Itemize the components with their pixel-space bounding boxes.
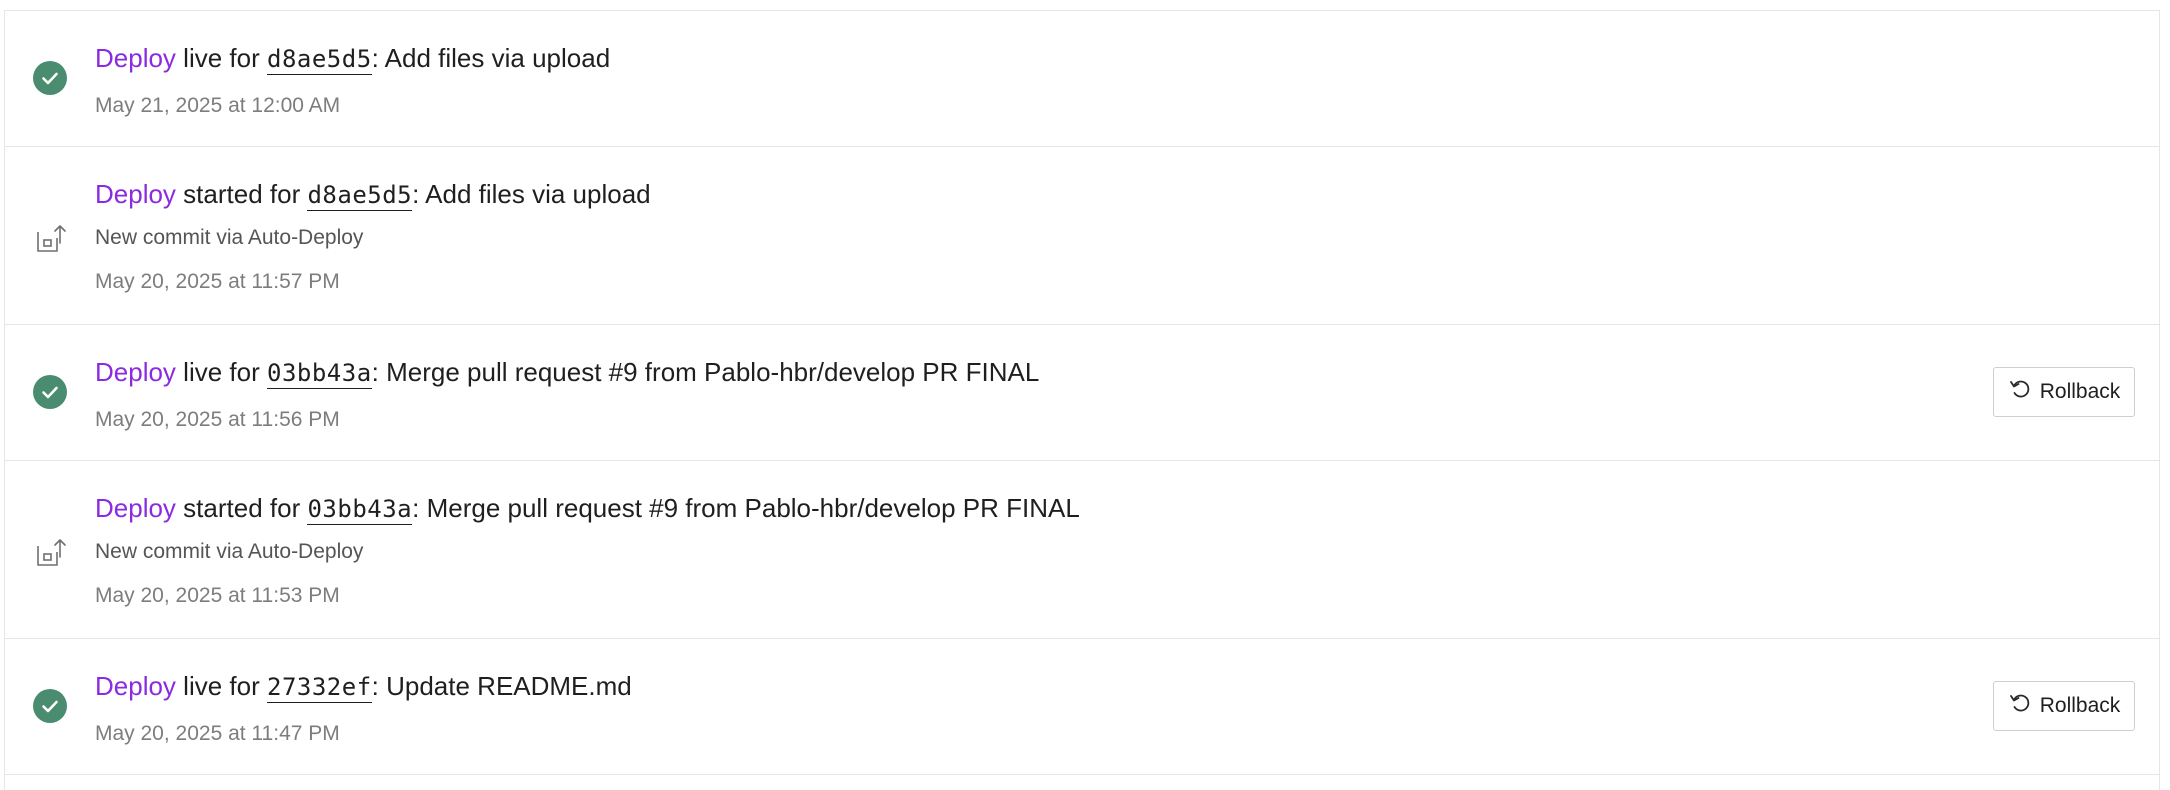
deploy-link[interactable]: Deploy xyxy=(95,43,176,73)
check-circle-icon xyxy=(33,689,67,723)
event-row: Deploy started for d8ae5d5: Add files vi… xyxy=(5,147,2159,325)
deploy-link[interactable]: Deploy xyxy=(95,179,176,209)
event-timestamp: May 21, 2025 at 12:00 AM xyxy=(95,94,341,117)
event-subtitle: New commit via Auto-Deploy xyxy=(95,226,364,249)
event-for: for xyxy=(229,671,260,701)
deploy-link[interactable]: Deploy xyxy=(95,671,176,701)
commit-hash-link[interactable]: d8ae5d5 xyxy=(307,181,413,211)
event-row: Deploy started for 03bb43a: Merge pull r… xyxy=(5,461,2159,639)
event-timestamp: May 20, 2025 at 11:57 PM xyxy=(95,270,340,293)
event-row: Deploy live for d8ae5d5: Add files via u… xyxy=(5,11,2159,147)
commit-hash-link[interactable]: 03bb43a xyxy=(267,359,372,389)
rollback-label: Rollback xyxy=(2039,380,2121,403)
rollback-label: Rollback xyxy=(2039,694,2121,717)
event-title: Deploy live for 27332ef: Update README.m… xyxy=(95,669,2159,704)
deploy-link[interactable]: Deploy xyxy=(95,357,176,387)
commit-message: : Add files via upload xyxy=(412,179,651,209)
rollback-button[interactable]: Rollback xyxy=(1993,681,2135,731)
event-status: started xyxy=(183,493,263,523)
rollback-icon xyxy=(2008,691,2032,721)
deploy-upload-icon xyxy=(33,221,67,255)
event-title: Deploy live for 03bb43a: Merge pull requ… xyxy=(95,355,2159,390)
event-for: for xyxy=(269,493,301,523)
event-for: for xyxy=(229,43,260,73)
event-for: for xyxy=(229,357,260,387)
event-row: Deploy live for 03bb43a: Merge pull requ… xyxy=(5,325,2159,461)
deploy-link[interactable]: Deploy xyxy=(95,493,176,523)
commit-message: : Add files via upload xyxy=(371,43,611,73)
event-status: live xyxy=(183,357,223,387)
event-timestamp: May 20, 2025 at 11:53 PM xyxy=(95,584,340,607)
event-status: started xyxy=(183,179,263,209)
event-for: for xyxy=(269,179,301,209)
check-circle-icon xyxy=(33,61,67,95)
event-title: Deploy live for d8ae5d5: Add files via u… xyxy=(95,41,2159,76)
event-timestamp: May 20, 2025 at 11:47 PM xyxy=(95,722,340,745)
commit-hash-link[interactable]: d8ae5d5 xyxy=(267,45,372,75)
event-title: Deploy started for 03bb43a: Merge pull r… xyxy=(95,491,2159,526)
commit-hash-link[interactable]: 27332ef xyxy=(267,673,372,703)
event-status: live xyxy=(183,43,223,73)
commit-hash-link[interactable]: 03bb43a xyxy=(307,495,413,525)
event-subtitle: New commit via Auto-Deploy xyxy=(95,540,364,563)
event-title: Deploy started for d8ae5d5: Add files vi… xyxy=(95,177,2159,212)
event-timestamp: May 20, 2025 at 11:56 PM xyxy=(95,408,340,431)
commit-message: : Merge pull request #9 from Pablo-hbr/d… xyxy=(412,493,1080,523)
rollback-icon xyxy=(2008,377,2032,407)
event-row: Deploy live for 27332ef: Update README.m… xyxy=(5,639,2159,775)
rollback-button[interactable]: Rollback xyxy=(1993,367,2135,417)
event-status: live xyxy=(183,671,223,701)
deploy-events-feed: Deploy live for d8ae5d5: Add files via u… xyxy=(4,10,2160,790)
commit-message: : Merge pull request #9 from Pablo-hbr/d… xyxy=(371,357,1040,387)
check-circle-icon xyxy=(33,375,67,409)
deploy-upload-icon xyxy=(33,535,67,569)
commit-message: : Update README.md xyxy=(371,671,632,701)
